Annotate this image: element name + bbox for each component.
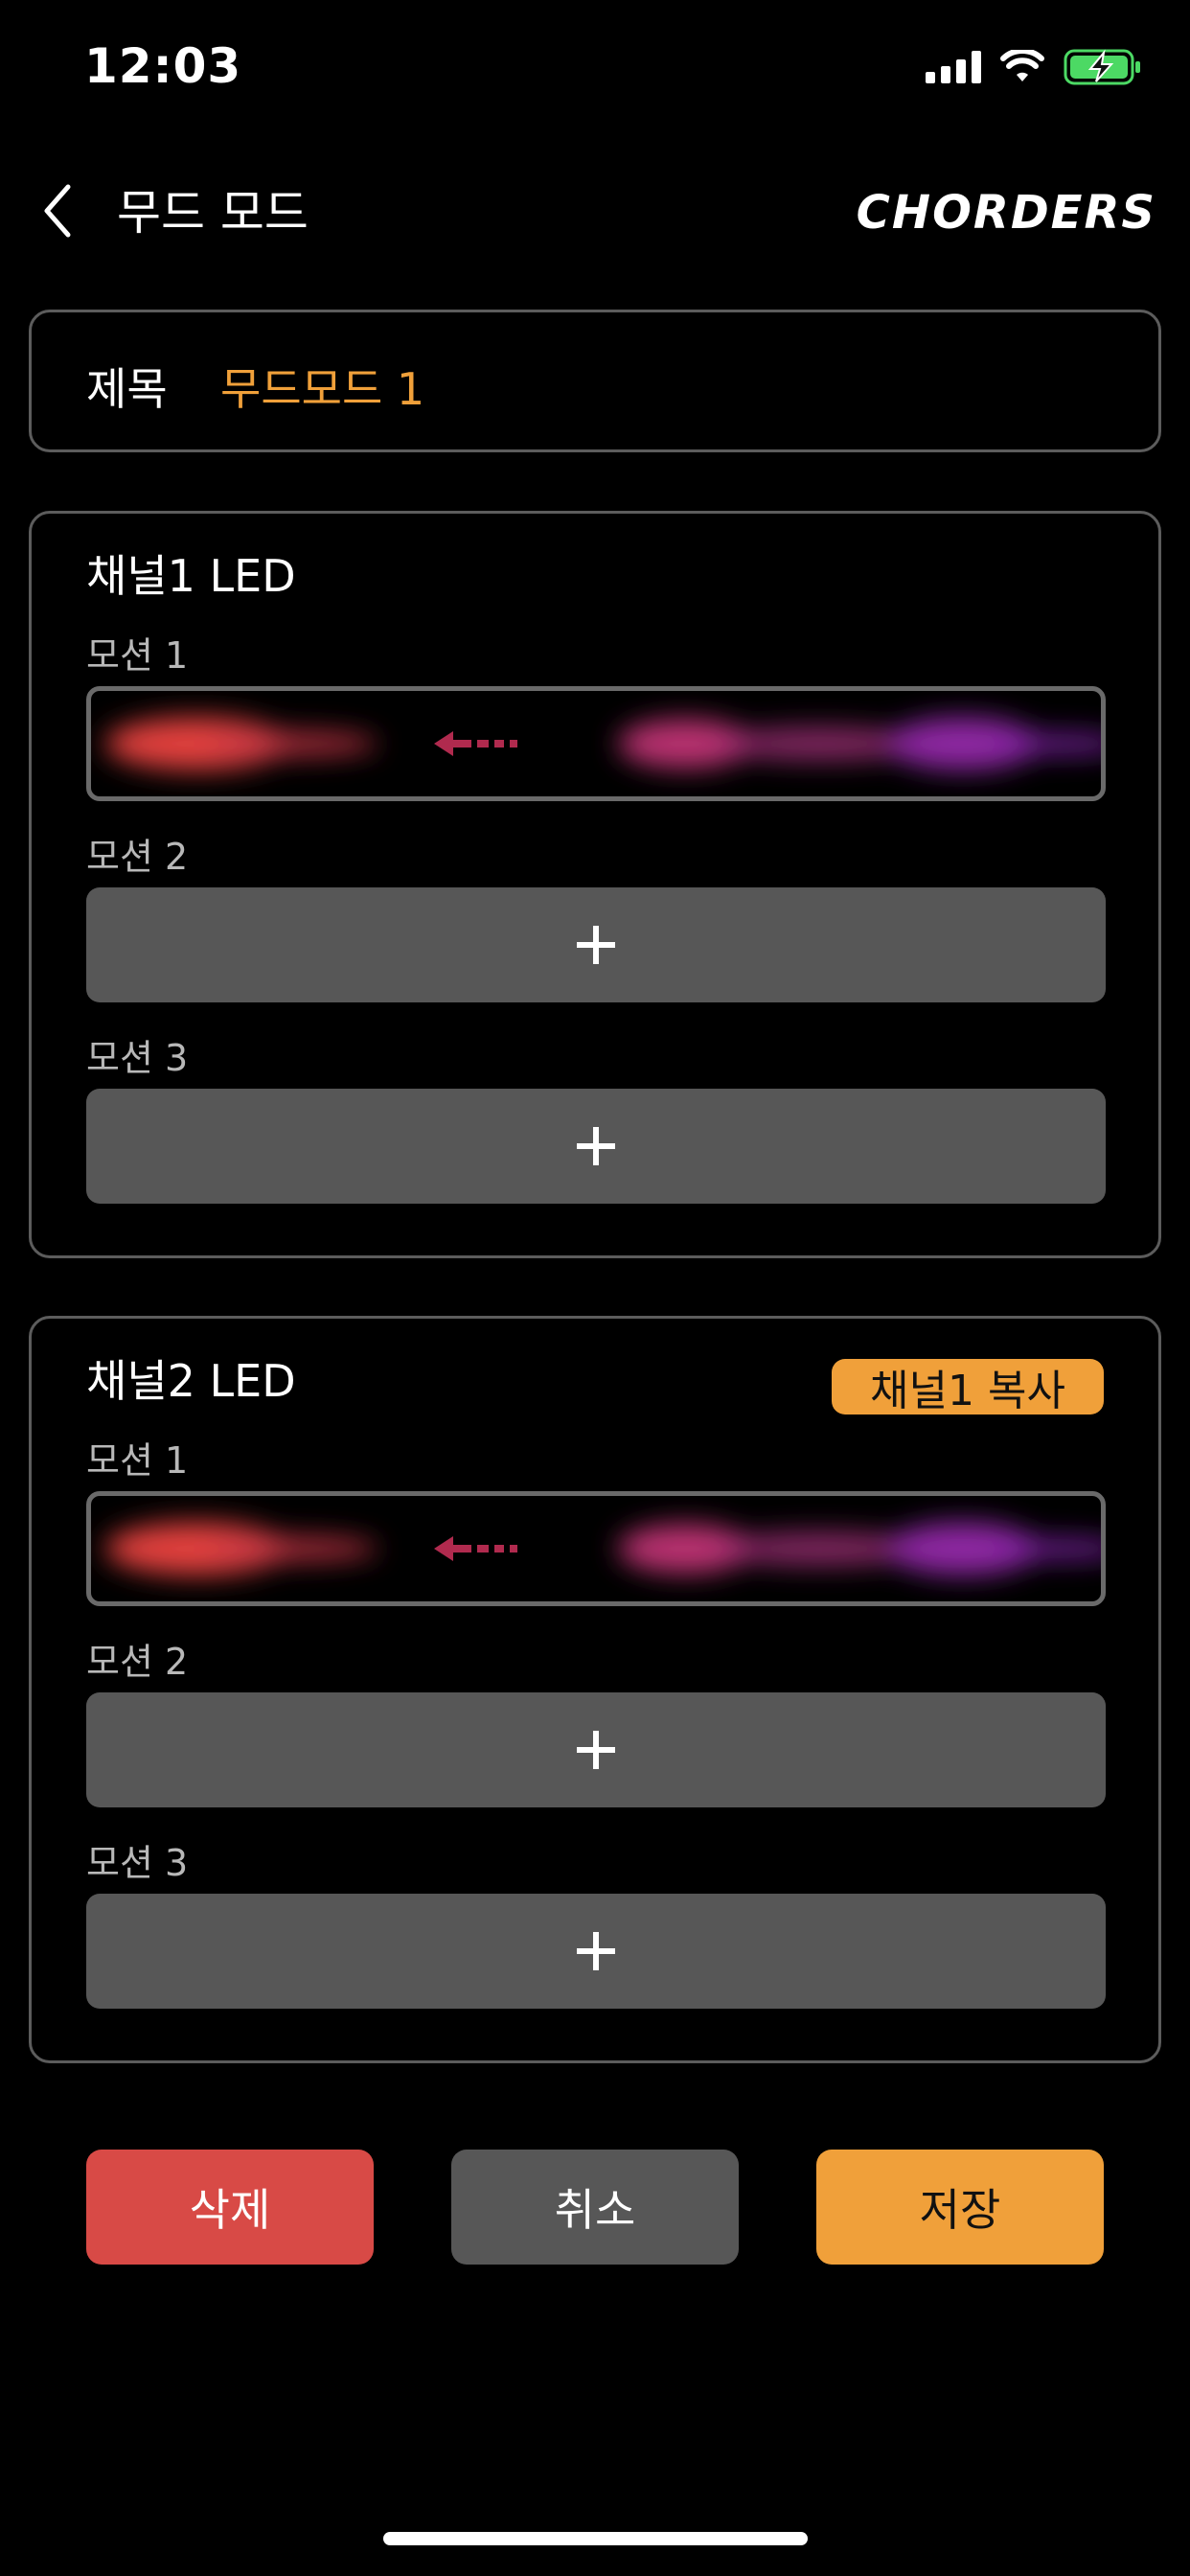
page-title: 무드 모드: [117, 185, 309, 241]
arrow-left-icon: [434, 1536, 517, 1561]
back-button[interactable]: [29, 177, 86, 244]
channel1-motion3-label: 모션 3: [86, 1037, 189, 1079]
home-indicator[interactable]: [383, 2532, 808, 2545]
brand-logo-text: CHORDERS: [857, 186, 1156, 240]
channel1-motion1-pattern[interactable]: [86, 686, 1106, 801]
chevron-left-icon: [44, 184, 71, 238]
channel2-motion1-pattern[interactable]: [86, 1491, 1106, 1606]
title-card: [29, 310, 1161, 452]
channel2-title: 채널2 LED: [86, 1355, 296, 1407]
save-button[interactable]: 저장: [816, 2150, 1104, 2265]
channel2-motion2-add-button[interactable]: [86, 1692, 1106, 1807]
wifi-icon: [1000, 50, 1044, 81]
plus-icon: [577, 1731, 615, 1769]
plus-icon: [577, 926, 615, 964]
cancel-button[interactable]: 취소: [451, 2150, 739, 2265]
led-pattern-graphic: [105, 1522, 1101, 1576]
led-pattern-graphic: [105, 717, 1101, 770]
brand-logo: CHORDERS: [857, 186, 1156, 240]
channel1-motion3-add-button[interactable]: [86, 1089, 1106, 1204]
channel2-motion3-label: 모션 3: [86, 1842, 189, 1884]
title-label: 제목: [86, 363, 168, 415]
plus-icon: [577, 1127, 615, 1165]
channel2-motion3-add-button[interactable]: [86, 1894, 1106, 2009]
status-icons: [926, 48, 1142, 86]
cellular-signal-icon: [926, 51, 981, 83]
channel1-motion2-label: 모션 2: [86, 836, 189, 878]
battery-charging-icon: [1064, 49, 1140, 85]
channel2-motion1-label: 모션 1: [86, 1439, 189, 1482]
arrow-left-icon: [434, 731, 517, 756]
channel1-motion2-add-button[interactable]: [86, 887, 1106, 1002]
channel1-motion1-label: 모션 1: [86, 634, 189, 677]
copy-channel1-button[interactable]: 채널1 복사: [832, 1359, 1104, 1415]
plus-icon: [577, 1932, 615, 1970]
channel2-motion2-label: 모션 2: [86, 1641, 189, 1683]
status-time: 12:03: [84, 38, 242, 94]
delete-button[interactable]: 삭제: [86, 2150, 374, 2265]
title-input[interactable]: 무드모드 1: [220, 355, 424, 418]
channel1-title: 채널1 LED: [86, 550, 296, 602]
